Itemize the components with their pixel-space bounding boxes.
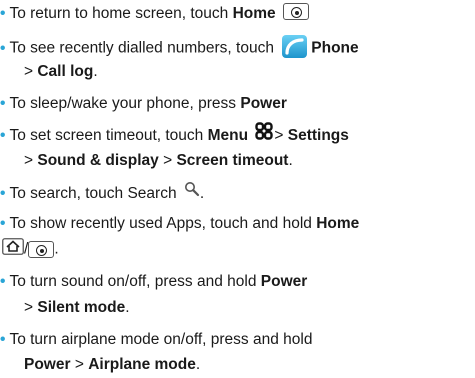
instruction-list: • To return to home screen, touch Home • T… bbox=[0, 0, 475, 378]
bullet: • bbox=[0, 5, 6, 22]
menu-icon bbox=[255, 122, 274, 146]
list-item-silent: • To turn sound on/off, press and hold Po… bbox=[0, 273, 308, 290]
list-item-search: • To search, touch Search . bbox=[0, 181, 204, 203]
phone-app-icon bbox=[282, 35, 308, 58]
list-item-silent-cont: > Silent mode. bbox=[24, 299, 130, 316]
list-item-home: • To return to home screen, touch Home bbox=[0, 3, 309, 24]
list-item-timeout-cont: > Sound & display > Screen timeout. bbox=[24, 152, 293, 169]
list-item-airplane-cont: Power > Airplane mode. bbox=[24, 356, 201, 373]
home-button-icon bbox=[282, 3, 309, 21]
list-item-recent-apps-cont: /. bbox=[0, 238, 59, 258]
list-item-power: • To sleep/wake your phone, press Power bbox=[0, 95, 287, 112]
list-item-recent-apps: • To show recently used Apps, touch and h… bbox=[0, 215, 360, 232]
list-item-phone: • To see recently dialled numbers, touch … bbox=[0, 35, 359, 58]
list-item-timeout: • To set screen timeout, touch Menu > Set… bbox=[0, 122, 349, 146]
list-item-airplane: • To turn airplane mode on/off, press and… bbox=[0, 331, 313, 348]
home-button-icon bbox=[28, 241, 55, 258]
search-icon bbox=[184, 181, 200, 203]
list-item-phone-cont: > Call log. bbox=[24, 63, 98, 80]
home-house-icon bbox=[2, 238, 24, 261]
